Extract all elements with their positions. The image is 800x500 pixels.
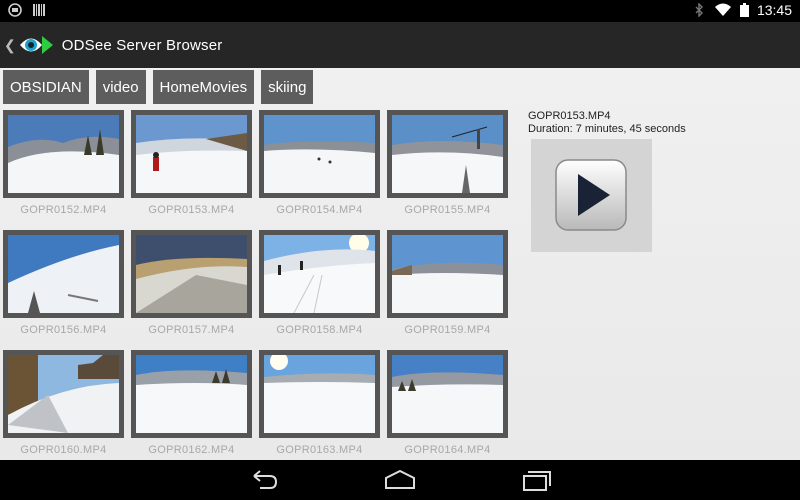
detail-filename: GOPR0153.MP4: [528, 110, 611, 122]
battery-icon: [739, 3, 749, 17]
bluetooth-icon: [695, 3, 703, 17]
back-icon[interactable]: [244, 468, 284, 492]
file-item[interactable]: GOPR0162.MP4: [131, 350, 252, 468]
file-item[interactable]: GOPR0152.MP4: [3, 110, 124, 228]
content-area: OBSIDIAN video HomeMovies skiing GOPR015…: [0, 68, 800, 460]
file-name: GOPR0160.MP4: [20, 444, 107, 456]
video-thumbnail[interactable]: [387, 110, 508, 198]
breadcrumb-item-obsidian[interactable]: OBSIDIAN: [3, 70, 89, 104]
play-button[interactable]: [531, 139, 652, 252]
thumbnail-image: [136, 235, 247, 313]
thumbnail-image: [264, 115, 375, 193]
recent-apps-icon[interactable]: [516, 468, 556, 492]
video-thumbnail[interactable]: [259, 110, 380, 198]
barcode-icon: [33, 4, 45, 16]
video-thumbnail[interactable]: [259, 230, 380, 318]
status-time: 13:45: [756, 2, 792, 18]
file-name: GOPR0158.MP4: [276, 324, 363, 336]
video-thumbnail[interactable]: [3, 350, 124, 438]
action-bar: ❮ ODSee Server Browser: [0, 22, 800, 68]
file-name: GOPR0157.MP4: [148, 324, 235, 336]
file-item[interactable]: GOPR0158.MP4: [259, 230, 380, 348]
file-item[interactable]: GOPR0153.MP4: [131, 110, 252, 228]
thumbnail-image: [392, 115, 503, 193]
status-bar: 13:45: [0, 0, 800, 22]
file-name: GOPR0163.MP4: [276, 444, 363, 456]
video-thumbnail[interactable]: [3, 230, 124, 318]
file-item[interactable]: GOPR0159.MP4: [387, 230, 508, 348]
breadcrumb-item-homemovies[interactable]: HomeMovies: [152, 70, 255, 104]
video-thumbnail[interactable]: [131, 110, 252, 198]
thumbnail-image: [392, 235, 503, 313]
up-navigation-icon[interactable]: ❮: [4, 37, 16, 54]
thumbnail-image: [136, 355, 247, 433]
detail-panel: GOPR0153.MP4 Duration: 7 minutes, 45 sec…: [528, 110, 788, 252]
breadcrumb-item-skiing[interactable]: skiing: [261, 70, 314, 104]
video-thumbnail[interactable]: [387, 350, 508, 438]
breadcrumb: OBSIDIAN video HomeMovies skiing: [3, 70, 314, 104]
home-icon[interactable]: [380, 468, 420, 492]
wifi-icon: [714, 3, 731, 16]
notification-circle-icon: [8, 3, 22, 17]
file-item[interactable]: GOPR0155.MP4: [387, 110, 508, 228]
video-thumbnail[interactable]: [131, 350, 252, 438]
file-item[interactable]: GOPR0164.MP4: [387, 350, 508, 468]
video-thumbnail[interactable]: [3, 110, 124, 198]
detail-duration: Duration: 7 minutes, 45 seconds: [528, 123, 686, 135]
navigation-bar: [0, 460, 800, 500]
file-name: GOPR0153.MP4: [148, 204, 235, 216]
thumbnail-image: [8, 115, 119, 193]
file-item[interactable]: GOPR0154.MP4: [259, 110, 380, 228]
file-item[interactable]: GOPR0160.MP4: [3, 350, 124, 468]
file-name: GOPR0164.MP4: [404, 444, 491, 456]
file-name: GOPR0152.MP4: [20, 204, 107, 216]
file-name: GOPR0162.MP4: [148, 444, 235, 456]
odsee-eye-play-icon[interactable]: [18, 31, 54, 59]
thumbnail-image: [8, 235, 119, 313]
file-name: GOPR0159.MP4: [404, 324, 491, 336]
video-thumbnail[interactable]: [259, 350, 380, 438]
thumbnail-image: [264, 355, 375, 433]
thumbnail-image: [8, 355, 119, 433]
thumbnail-image: [264, 235, 375, 313]
file-item[interactable]: GOPR0157.MP4: [131, 230, 252, 348]
thumbnail-image: [392, 355, 503, 433]
file-item[interactable]: GOPR0156.MP4: [3, 230, 124, 348]
file-name: GOPR0155.MP4: [404, 204, 491, 216]
file-item[interactable]: GOPR0163.MP4: [259, 350, 380, 468]
file-name: GOPR0156.MP4: [20, 324, 107, 336]
video-thumbnail[interactable]: [387, 230, 508, 318]
thumbnail-image: [136, 115, 247, 193]
video-thumbnail[interactable]: [131, 230, 252, 318]
status-bar-left: [8, 3, 46, 17]
file-grid: GOPR0152.MP4 GOPR0153.MP4 GOPR0154.MP4 G…: [3, 110, 508, 468]
file-name: GOPR0154.MP4: [276, 204, 363, 216]
breadcrumb-item-video[interactable]: video: [95, 70, 146, 104]
play-icon: [555, 159, 627, 231]
app-title: ODSee Server Browser: [61, 36, 223, 54]
status-bar-right: 13:45: [692, 2, 792, 18]
